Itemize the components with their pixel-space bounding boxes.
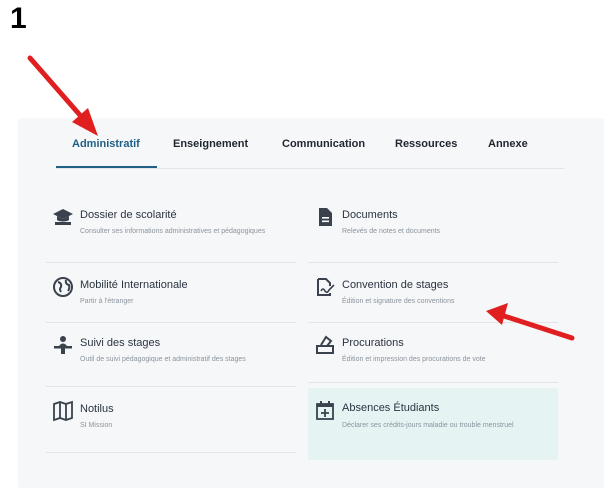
menu-item-absences-etudiants[interactable]: Absences Étudiants Déclarer ses crédits-… [308, 388, 558, 460]
menu-item-description: Édition et impression des procurations d… [342, 356, 486, 363]
globe-icon [53, 277, 73, 297]
map-icon [53, 400, 73, 422]
row-divider [308, 262, 558, 263]
row-divider [308, 382, 558, 383]
menu-item-description: Outil de suivi pédagogique et administra… [80, 356, 246, 363]
ballot-box-icon [316, 335, 334, 354]
menu-item-title: Procurations [342, 337, 404, 349]
menu-item-notilus[interactable]: Notilus SI Mission [46, 394, 296, 440]
row-divider [46, 322, 296, 323]
callout-number-1: 1 [10, 2, 27, 35]
menu-item-description: Consulter ses informations administrativ… [80, 228, 266, 235]
menu-item-description: SI Mission [80, 422, 113, 429]
row-divider [46, 386, 296, 387]
calendar-plus-icon [316, 401, 334, 420]
menu-item-title: Dossier de scolarité [80, 209, 177, 221]
row-divider [308, 322, 558, 323]
menu-item-description: Partir à l'étranger [80, 298, 134, 305]
menu-item-suivi-stages[interactable]: Suivi des stages Outil de suivi pédagogi… [46, 328, 296, 384]
graduation-cap-icon [53, 209, 73, 225]
menu-item-title: Suivi des stages [80, 337, 161, 349]
document-icon [319, 208, 332, 226]
menu-item-mobilite-internationale[interactable]: Mobilité Internationale Partir à l'étran… [46, 270, 296, 316]
menu-item-dossier-scolarite[interactable]: Dossier de scolarité Consulter ses infor… [46, 200, 296, 256]
row-divider [46, 262, 296, 263]
tab-ressources[interactable]: Ressources [395, 138, 457, 150]
menu-item-title: Absences Étudiants [342, 402, 440, 414]
tab-communication[interactable]: Communication [282, 138, 365, 150]
menu-item-description: Déclarer ses crédits-jours maladie ou tr… [342, 422, 514, 429]
tab-enseignement[interactable]: Enseignement [173, 138, 248, 150]
tab-annexe[interactable]: Annexe [488, 138, 528, 150]
menu-item-title: Documents [342, 209, 398, 221]
tab-administratif[interactable]: Administratif [72, 138, 140, 150]
menu-item-description: Édition et signature des conventions [342, 298, 455, 305]
menu-item-title: Notilus [80, 403, 114, 415]
tabs-divider [56, 168, 564, 169]
menu-item-procurations[interactable]: Procurations Édition et impression des p… [308, 328, 558, 374]
row-divider [46, 452, 296, 453]
menu-item-documents[interactable]: Documents Relevés de notes et documents [308, 200, 558, 256]
tab-bar: Administratif Enseignement Communication… [18, 118, 604, 170]
navigation-panel: Administratif Enseignement Communication… [18, 118, 604, 488]
menu-item-description: Relevés de notes et documents [342, 228, 441, 235]
person-desk-icon [54, 336, 72, 354]
menu-item-convention-stages[interactable]: Convention de stages Édition et signatur… [308, 270, 558, 316]
menu-item-title: Mobilité Internationale [80, 279, 188, 291]
menu-item-title: Convention de stages [342, 279, 449, 291]
signature-icon [317, 278, 335, 296]
